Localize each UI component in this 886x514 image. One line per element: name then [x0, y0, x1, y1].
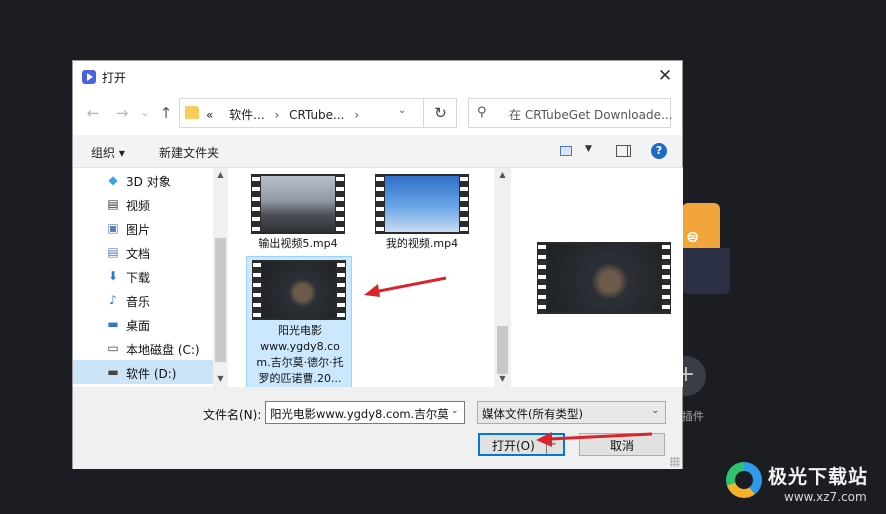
tree-item[interactable]: ♪ 音乐	[73, 288, 213, 312]
breadcrumb-item-software[interactable]: 软件...	[229, 108, 264, 122]
file-name: 输出视频5.mp4	[258, 237, 338, 250]
open-file-dialog: 打开 ✕ ← → ⌄ ↑ « 软件... › CRTube... › ⌄ ↻ ⚲…	[72, 60, 683, 469]
filetype-select[interactable]: 媒体文件(所有类型) ⌄	[477, 401, 666, 424]
document-icon: ▤	[107, 245, 119, 259]
up-arrow-icon[interactable]: ↑	[156, 103, 176, 123]
view-dropdown-icon[interactable]: ▼	[585, 144, 592, 154]
dialog-titlebar: 打开 ✕	[73, 61, 682, 93]
filename-label: 文件名(N):	[203, 408, 262, 422]
site-url: www.xz7.com	[784, 490, 867, 504]
chevron-down-icon[interactable]: ⌄	[451, 406, 461, 416]
drive-d-icon: ▬	[107, 365, 119, 379]
drive-c-icon: ▭	[107, 341, 119, 355]
dialog-title: 打开	[102, 71, 127, 85]
desktop-icon: ▬	[107, 317, 119, 331]
file-item-selected[interactable]: 阳光电影 www.ygdy8.co m.吉尔莫·德尔·托 罗的匹诺曹.20...	[246, 256, 352, 388]
navigation-bar: ← → ⌄ ↑ « 软件... › CRTube... › ⌄ ↻ ⚲ 在 CR…	[73, 93, 682, 135]
preview-pane-icon[interactable]	[616, 145, 631, 157]
filename-value[interactable]: 阳光电影www.ygdy8.com.吉尔莫	[270, 406, 448, 422]
help-icon[interactable]: ?	[651, 143, 667, 159]
back-arrow-icon[interactable]: ←	[83, 103, 103, 123]
video-thumbnail	[375, 174, 469, 234]
preview-thumbnail	[537, 242, 671, 314]
view-mode-icon[interactable]	[560, 146, 572, 156]
search-box[interactable]: ⚲ 在 CRTubeGet Downloade...	[468, 98, 672, 128]
annotation-arrow-file	[364, 276, 447, 297]
tree-item-label: 文档	[126, 247, 151, 261]
site-brand: 极光下载站	[768, 466, 869, 488]
file-name-line: m.吉尔莫·德尔·托	[256, 356, 344, 369]
app-icon	[82, 70, 96, 84]
breadcrumb-item-crtube[interactable]: CRTube...	[289, 108, 344, 122]
cube-3d-icon: ◆	[108, 173, 118, 187]
recent-locations-icon[interactable]: ⌄	[135, 103, 155, 123]
tree-item-label: 软件 (D:)	[126, 367, 177, 381]
tree-item[interactable]: ▬ 软件 (D:)	[73, 360, 213, 384]
scroll-up-icon[interactable]: ▲	[216, 170, 225, 179]
tree-item[interactable]: ▤ 视频	[73, 192, 213, 216]
file-name: 我的视频.mp4	[385, 237, 459, 250]
tree-item[interactable]: ▬ 桌面	[73, 312, 213, 336]
tree-item[interactable]: ▭ 本地磁盘 (C:)	[73, 336, 213, 360]
chevron-right-icon[interactable]: ›	[354, 108, 359, 122]
organize-menu[interactable]: 组织 ▾	[91, 144, 125, 161]
download-icon: ⬇	[107, 269, 119, 283]
bg-app-card	[682, 248, 730, 294]
chevron-right-icon[interactable]: ›	[274, 108, 279, 122]
tree-item-label: 本地磁盘 (C:)	[126, 343, 200, 357]
music-icon: ♪	[109, 293, 117, 307]
site-logo	[726, 462, 762, 498]
tree-item[interactable]: ▣ 图片	[73, 216, 213, 240]
search-icon: ⚲	[477, 105, 487, 120]
folder-icon	[185, 106, 199, 119]
filetype-value: 媒体文件(所有类型)	[482, 407, 583, 421]
bg-plugin-label: 插件	[682, 410, 704, 423]
tree-item-label: 视频	[126, 199, 151, 213]
file-item[interactable]: 输出视频5.mp4	[245, 170, 351, 252]
filename-field[interactable]: 阳光电影www.ygdy8.com.吉尔莫 ⌄	[265, 401, 465, 424]
video-thumbnail	[252, 260, 346, 320]
scroll-up-icon[interactable]: ▲	[498, 170, 507, 179]
tree-item[interactable]: ▤ 文档	[73, 240, 213, 264]
tree-item-label: 桌面	[126, 319, 151, 333]
tree-item[interactable]: ⬇ 下载	[73, 264, 213, 288]
tree-item-label: 音乐	[126, 295, 151, 309]
file-item[interactable]: 我的视频.mp4	[369, 170, 475, 252]
file-name-line: 阳光电影	[278, 324, 322, 337]
scroll-thumb[interactable]	[215, 238, 226, 362]
search-input[interactable]: 在 CRTubeGet Downloade...	[509, 106, 672, 123]
navigation-pane: ▲ ▼ ◆ 3D 对象 ▤ 视频 ▣ 图片 ▤ 文档 ⬇ 下载 ♪ 音乐 ▬ 桌面 ▭ 本地磁盘 (C:) ▬ 软…	[73, 167, 228, 387]
new-folder-button[interactable]: 新建文件夹	[159, 144, 219, 161]
scroll-down-icon[interactable]: ▼	[498, 374, 507, 383]
video-icon: ▤	[107, 197, 119, 211]
forward-arrow-icon[interactable]: →	[112, 103, 132, 123]
tree-item-label: 下载	[126, 271, 151, 285]
preview-pane	[511, 167, 683, 387]
resize-grip[interactable]	[670, 457, 680, 467]
navigation-scrollbar[interactable]: ▲ ▼	[213, 168, 228, 387]
video-thumbnail	[251, 174, 345, 234]
file-list-scrollbar[interactable]: ▲ ▼	[494, 168, 511, 388]
toolbar: 组织 ▾ 新建文件夹 ▼ ?	[73, 135, 682, 167]
scroll-down-icon[interactable]: ▼	[216, 374, 225, 383]
close-icon[interactable]: ✕	[648, 61, 682, 93]
address-bar[interactable]: « 软件... › CRTube... › ⌄ ↻	[179, 98, 457, 128]
site-watermark: 极光下载站 www.xz7.com	[726, 460, 886, 514]
tree-item-label: 3D 对象	[126, 175, 171, 189]
file-name-line: www.ygdy8.co	[260, 340, 340, 353]
breadcrumb: « 软件... › CRTube... ›	[206, 106, 365, 123]
chevron-down-icon[interactable]: ⌄	[651, 406, 659, 416]
scroll-thumb[interactable]	[497, 326, 508, 374]
picture-icon: ▣	[107, 221, 119, 235]
tree-item[interactable]: ◆ 3D 对象	[73, 168, 213, 192]
file-name-line: 罗的匹诺曹.20...	[258, 372, 342, 385]
tree-item-label: 图片	[126, 223, 151, 237]
address-dropdown-icon[interactable]: ⌄	[398, 105, 410, 116]
breadcrumb-overflow[interactable]: «	[206, 108, 213, 122]
annotation-arrow-open	[536, 432, 653, 447]
refresh-icon[interactable]: ↻	[423, 99, 457, 127]
